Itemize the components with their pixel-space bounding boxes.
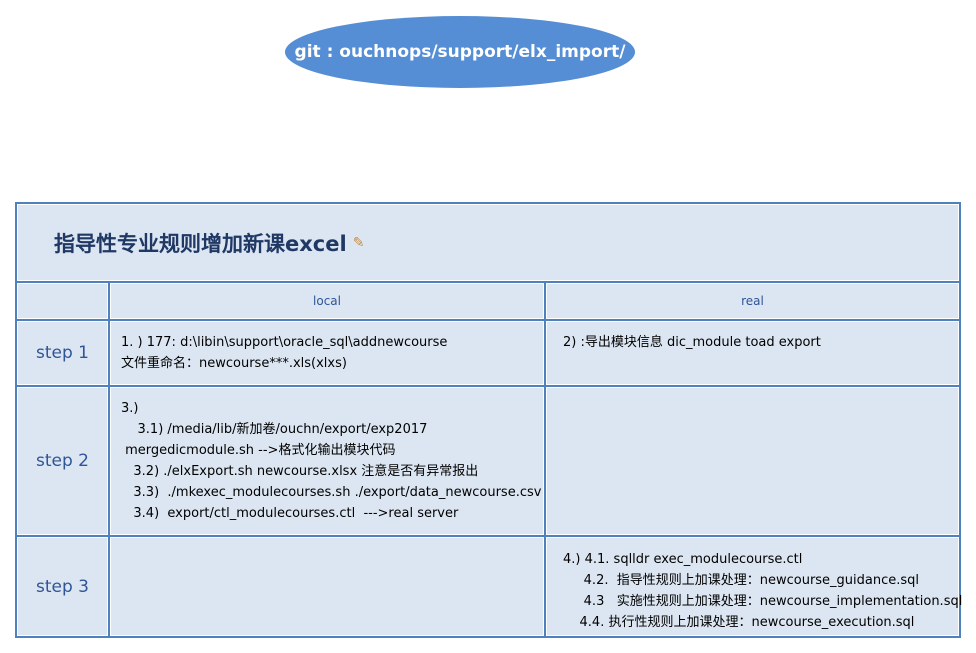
step-2-label: step 2 [36, 451, 89, 471]
step-3-real-line: 4.2. 指导性规则上加课处理：newcourse_guidance.sql [563, 573, 920, 588]
step-2-local-line: 3.2) ./elxExport.sh newcourse.xlsx 注意是否有… [121, 464, 479, 479]
step-1-local-cell: 1. ) 177: d:\libin\support\oracle_sql\ad… [110, 321, 544, 385]
step-3-real-line: 4.4. 执行性规则上加课处理：newcourse_execution.sql [563, 615, 915, 630]
header-empty-cell [17, 283, 108, 319]
memo-icon: ✎ [352, 234, 365, 251]
step-2-local-line: mergedicmodule.sh -->格式化输出模块代码 [121, 443, 396, 458]
git-path-label: git : ouchnops/support/elx_import/ [294, 42, 626, 62]
step-1-label: step 1 [36, 343, 89, 363]
step-1-real-line: 2) :导出模块信息 dic_module toad export [563, 335, 821, 350]
step-3-local-cell [110, 537, 544, 636]
column-header-real-label: real [741, 294, 764, 308]
step-2-real-cell [546, 387, 959, 535]
git-path-ellipse: git : ouchnops/support/elx_import/ [285, 16, 635, 88]
step-1-header: step 1 [17, 321, 108, 385]
step-1-real-cell: 2) :导出模块信息 dic_module toad export [546, 321, 959, 385]
step-2-local-line: 3.1) /media/lib/新加卷/ouchn/export/exp2017 [121, 422, 428, 437]
step-2-local-cell: 3.) 3.1) /media/lib/新加卷/ouchn/export/exp… [110, 387, 544, 535]
step-2-header: step 2 [17, 387, 108, 535]
table-title-cell: 指导性专业规则增加新课excel ✎ [17, 204, 959, 281]
step-3-label: step 3 [36, 576, 89, 597]
column-header-local: local [110, 283, 544, 319]
column-header-real: real [546, 283, 959, 319]
step-2-local-line: 3.) [121, 401, 139, 416]
step-1-local-line: 1. ) 177: d:\libin\support\oracle_sql\ad… [121, 335, 448, 350]
step-3-real-line: 4.) 4.1. sqlldr exec_modulecourse.ctl [563, 552, 803, 567]
step-1-local-line: 文件重命名：newcourse***.xls(xlxs) [121, 356, 347, 371]
table-title: 指导性专业规则增加新课excel [54, 231, 347, 256]
step-3-header: step 3 [17, 537, 108, 636]
step-2-local-line: 3.3) ./mkexec_modulecourses.sh ./export/… [121, 485, 542, 500]
column-header-local-label: local [313, 294, 341, 308]
step-3-real-line: 4.3 实施性规则上加课处理：newcourse_implementation.… [563, 594, 963, 609]
step-2-local-line: 3.4) export/ctl_modulecourses.ctl --->re… [121, 506, 459, 521]
step-3-real-cell: 4.) 4.1. sqlldr exec_modulecourse.ctl 4.… [546, 537, 963, 636]
